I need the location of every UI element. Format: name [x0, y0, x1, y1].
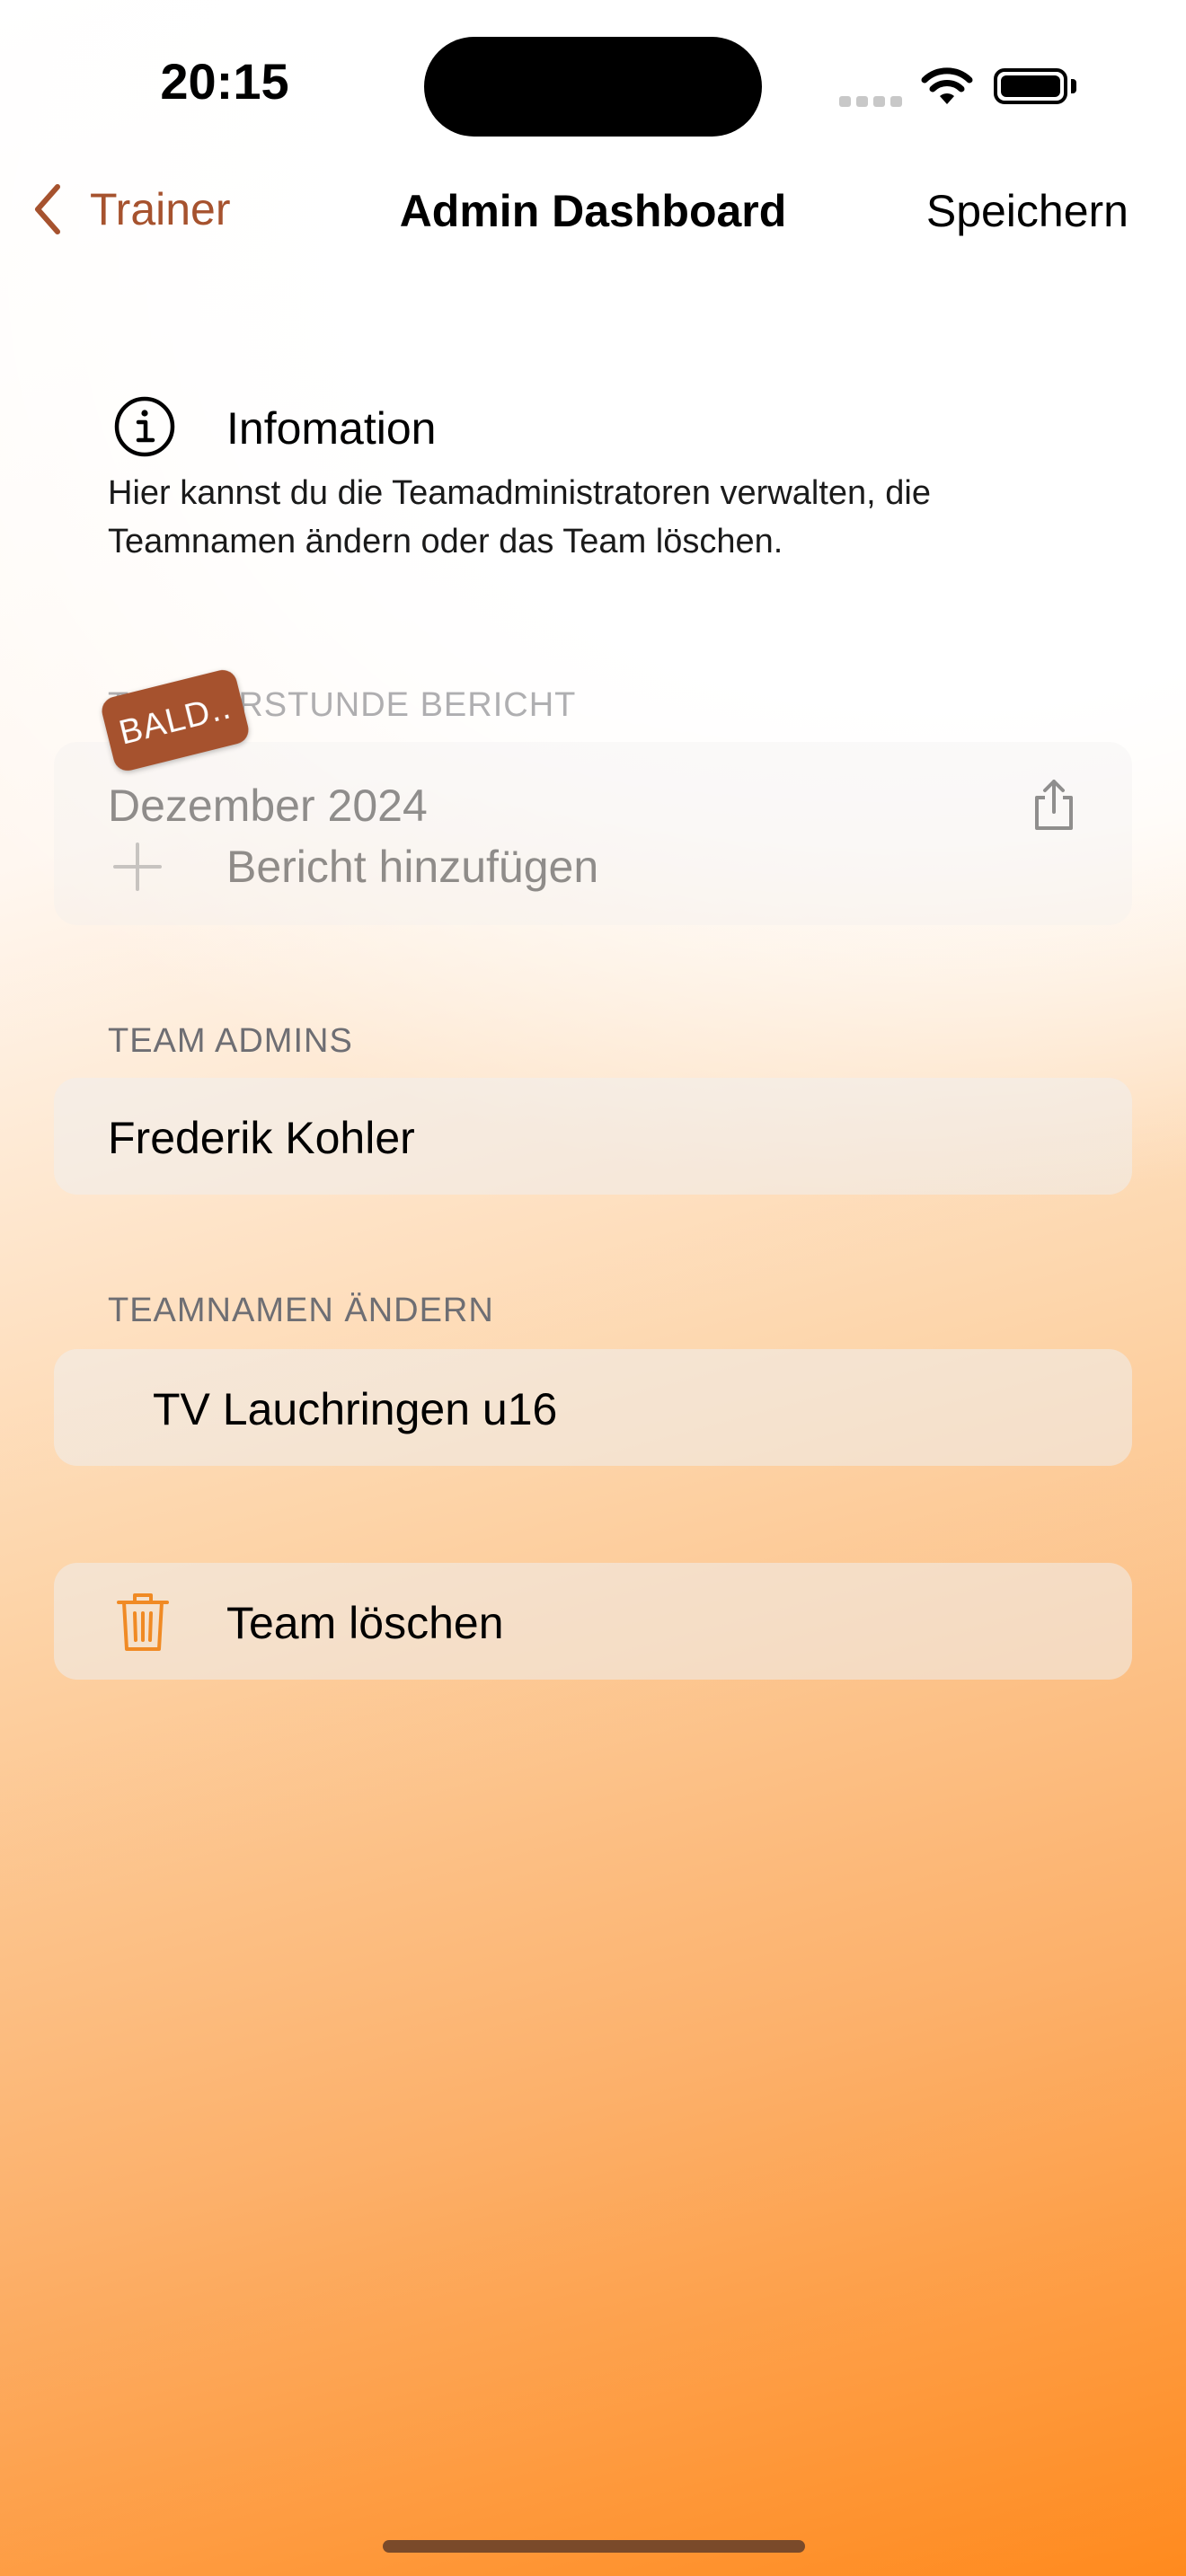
dynamic-island — [424, 37, 762, 137]
teamname-field[interactable]: TV Lauchringen u16 — [54, 1349, 1132, 1466]
home-indicator[interactable] — [383, 2540, 805, 2553]
back-label: Trainer — [90, 184, 231, 234]
cellular-signal-icon — [839, 95, 907, 111]
teamname-section-header: TEAMNAMEN ÄNDERN — [108, 1292, 494, 1329]
report-month: Dezember 2024 — [108, 781, 428, 831]
admins-section-header: TEAM ADMINS — [108, 1022, 353, 1060]
admin-name: Frederik Kohler — [108, 1113, 415, 1163]
info-description: Hier kannst du die Teamadministratoren v… — [108, 474, 931, 560]
save-button[interactable]: Speichern — [926, 185, 1128, 237]
page-title: Admin Dashboard — [399, 186, 787, 236]
plus-icon — [113, 842, 162, 891]
trash-icon — [117, 1593, 169, 1651]
delete-team-label: Team löschen — [226, 1598, 504, 1648]
battery-icon — [994, 68, 1067, 104]
share-icon — [1035, 780, 1073, 830]
wifi-icon — [921, 67, 973, 104]
report-card: Dezember 2024 Bericht hinzufügen — [54, 742, 1132, 925]
info-circle-icon — [114, 396, 175, 457]
chevron-left-icon — [35, 184, 60, 234]
status-time: 20:15 — [160, 53, 289, 110]
admin-row[interactable]: Frederik Kohler — [54, 1078, 1132, 1195]
back-button[interactable]: Trainer — [32, 178, 231, 241]
delete-team-button[interactable]: Team löschen — [54, 1563, 1132, 1680]
add-report-button: Bericht hinzufügen — [108, 837, 598, 896]
battery-cap — [1071, 79, 1076, 93]
add-report-label: Bericht hinzufügen — [226, 842, 599, 892]
info-title: Infomation — [226, 403, 437, 454]
teamname-input[interactable]: TV Lauchringen u16 — [153, 1383, 557, 1435]
